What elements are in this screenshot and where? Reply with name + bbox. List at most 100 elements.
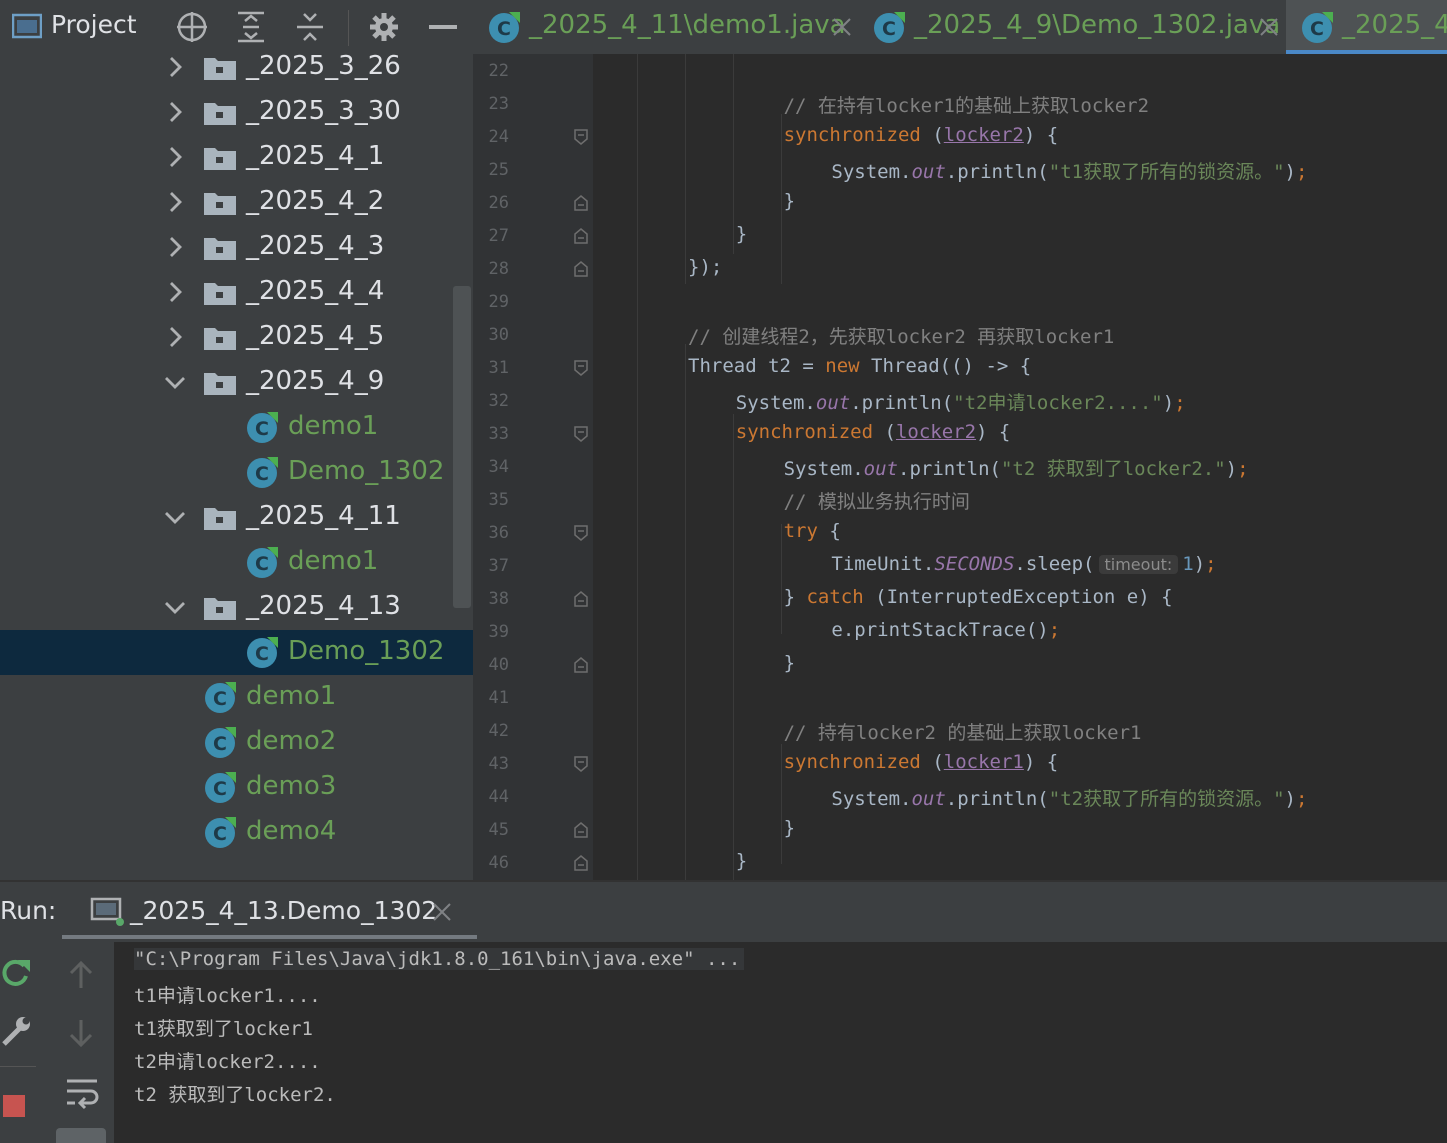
expand-all-icon[interactable] <box>233 8 269 46</box>
code-line: Thread t2 = new Thread(() -> { <box>688 355 1032 377</box>
collapse-all-icon[interactable] <box>292 8 328 46</box>
tree-class-row[interactable]: C Demo_1302 <box>0 450 473 495</box>
down-arrow-icon[interactable] <box>68 1018 94 1048</box>
fold-open-icon[interactable] <box>574 129 588 145</box>
fold-open-icon[interactable] <box>574 426 588 442</box>
tab-label: _2025_4_11\demo1.java <box>529 10 846 40</box>
line-number: 31 <box>488 358 509 378</box>
chevron-down-icon[interactable] <box>163 505 187 529</box>
run-panel: Run: _2025_4_13.Demo_1302 "C:\Program Fi… <box>0 880 1447 1143</box>
indent-guide <box>637 54 638 880</box>
code-line: // 模拟业务执行时间 <box>783 491 970 513</box>
fold-close-icon[interactable] <box>574 822 588 838</box>
run-tab-label[interactable]: _2025_4_13.Demo_1302 <box>130 896 437 925</box>
fold-close-icon[interactable] <box>574 195 588 211</box>
line-number: 38 <box>488 589 509 609</box>
svg-text:C: C <box>882 18 896 40</box>
wrench-icon[interactable] <box>0 1014 32 1048</box>
tree-class-row[interactable]: Cdemo1 <box>0 405 473 450</box>
chevron-right-icon[interactable] <box>163 100 187 124</box>
code-line: } <box>783 817 796 839</box>
chevron-right-icon[interactable] <box>163 55 187 79</box>
folder-icon <box>204 373 236 395</box>
line-number: 23 <box>488 94 509 114</box>
tree-folder-row[interactable]: _2025_4_2 <box>0 180 473 225</box>
close-icon[interactable] <box>831 16 853 38</box>
locate-icon[interactable] <box>174 8 210 46</box>
tree-class-row[interactable]: Cdemo4 <box>0 810 473 855</box>
tree-folder-row[interactable]: _2025_4_3 <box>0 225 473 270</box>
close-icon[interactable] <box>1258 16 1280 38</box>
console-output[interactable]: "C:\Program Files\Java\jdk1.8.0_161\bin\… <box>114 942 1447 1143</box>
run-toolbar <box>0 942 49 1143</box>
chevron-right-icon[interactable] <box>163 325 187 349</box>
tree-class-row[interactable]: Cdemo3 <box>0 765 473 810</box>
close-icon[interactable] <box>432 902 452 922</box>
line-number: 40 <box>488 655 509 675</box>
chevron-right-icon[interactable] <box>163 145 187 169</box>
line-number: 35 <box>488 490 509 510</box>
fold-close-icon[interactable] <box>574 591 588 607</box>
tab-active[interactable]: C _2025_4_ <box>1286 0 1447 54</box>
tree-item-label: _2025_4_5 <box>246 321 385 351</box>
tree-folder-row[interactable]: _2025_3_30 <box>0 90 473 135</box>
class-icon: C <box>247 547 278 578</box>
tab-label: _2025_4_ <box>1342 10 1447 40</box>
tree-folder-row[interactable]: _2025_4_4 <box>0 270 473 315</box>
line-number: 45 <box>488 820 509 840</box>
code-editor[interactable]: 22 23 24 25 26 27 28 29 30 31 32 33 34 35 36 37 38 39 40 41… <box>473 54 1447 880</box>
minimize-icon[interactable] <box>425 8 461 46</box>
folder-icon <box>204 103 236 125</box>
run-label: Run: <box>0 896 57 925</box>
pin-tab-button[interactable] <box>56 1128 106 1143</box>
code-line: System.out.println("t2获取了所有的锁资源。"); <box>831 788 1308 810</box>
class-icon: C <box>247 412 278 443</box>
project-view-icon[interactable] <box>12 12 42 40</box>
tab-demo-1302-java[interactable]: C _2025_4_9\Demo_1302.java <box>858 0 1286 54</box>
svg-text:C: C <box>255 643 269 665</box>
gear-icon[interactable] <box>366 8 402 46</box>
editor-tab-bar: C _2025_4_11\demo1.java C _2025_4_9\Demo… <box>473 0 1447 54</box>
folder-icon <box>204 283 236 305</box>
soft-wrap-icon[interactable] <box>65 1076 99 1110</box>
chevron-down-icon[interactable] <box>163 595 187 619</box>
tree-class-row[interactable]: C Demo_1302 <box>0 630 473 675</box>
svg-text:C: C <box>255 463 269 485</box>
fold-close-icon[interactable] <box>574 228 588 244</box>
tree-folder-row[interactable]: _2025_4_1 <box>0 135 473 180</box>
project-scrollbar[interactable] <box>453 286 471 608</box>
code-line: } <box>783 652 796 674</box>
code-line: System.out.println("t2 获取到了locker2."); <box>783 458 1249 480</box>
console-line: t2 获取到了locker2. <box>134 1084 336 1106</box>
tree-class-row[interactable]: Cdemo2 <box>0 720 473 765</box>
chevron-right-icon[interactable] <box>163 280 187 304</box>
tree-class-row[interactable]: Cdemo1 <box>0 540 473 585</box>
fold-close-icon[interactable] <box>574 261 588 277</box>
line-number: 46 <box>488 853 509 873</box>
chevron-down-icon[interactable] <box>163 370 187 394</box>
tree-folder-row[interactable]: _2025_4_5 <box>0 315 473 360</box>
tree-class-row[interactable]: Cdemo1 <box>0 675 473 720</box>
tree-folder-row[interactable]: _2025_4_13 <box>0 585 473 630</box>
tree-folder-row[interactable]: _2025_4_9 <box>0 360 473 405</box>
fold-close-icon[interactable] <box>574 855 588 871</box>
fold-open-icon[interactable] <box>574 756 588 772</box>
rerun-icon[interactable] <box>0 956 32 990</box>
fold-close-icon[interactable] <box>574 657 588 673</box>
tab-demo1-java[interactable]: C _2025_4_11\demo1.java <box>473 0 858 54</box>
chevron-right-icon[interactable] <box>163 235 187 259</box>
code-line: } <box>735 850 748 872</box>
project-title[interactable]: Project <box>51 10 137 39</box>
indent-guide <box>733 54 734 254</box>
chevron-right-icon[interactable] <box>163 190 187 214</box>
project-header: Project <box>0 0 473 54</box>
line-number: 33 <box>488 424 509 444</box>
up-arrow-icon[interactable] <box>68 960 94 990</box>
run-panel-border <box>0 880 1447 882</box>
fold-open-icon[interactable] <box>574 360 588 376</box>
fold-open-icon[interactable] <box>574 525 588 541</box>
code-line: System.out.println("t2申请locker2...."); <box>735 392 1186 414</box>
line-number: 39 <box>488 622 509 642</box>
stop-icon[interactable] <box>2 1094 26 1118</box>
tree-folder-row[interactable]: _2025_4_11 <box>0 495 473 540</box>
